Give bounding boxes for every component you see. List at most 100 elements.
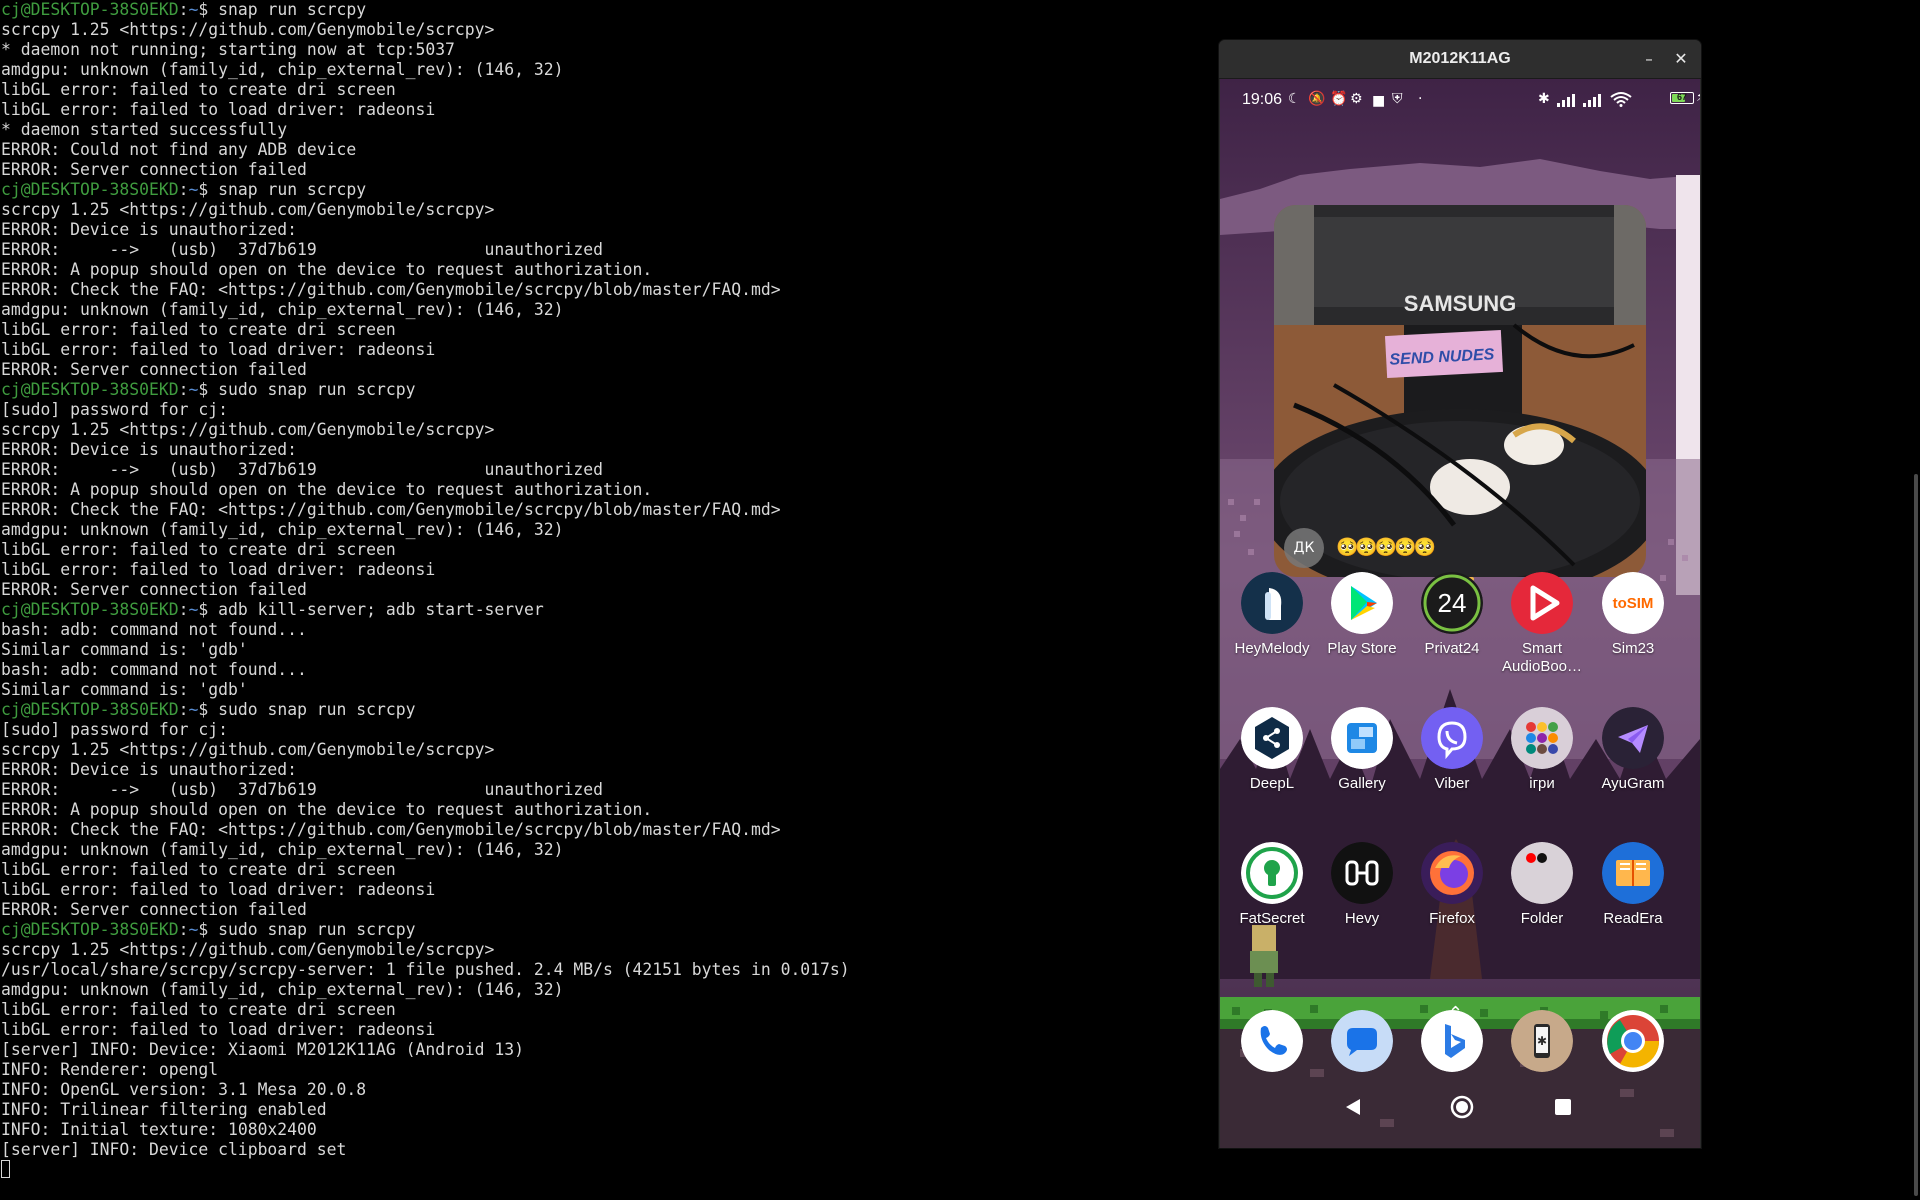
app-label: Privat24: [1424, 640, 1480, 657]
terminal-prompt-line: cj@DESKTOP-38S0EKD:~$ sudo snap run scrc…: [1, 380, 416, 400]
terminal-output-line: bash: adb: command not found...: [1, 660, 307, 679]
prompt-symbol: $: [198, 0, 219, 19]
terminal-prompt-line: cj@DESKTOP-38S0EKD:~$ snap run scrcpy: [1, 0, 366, 20]
prompt-path: ~: [188, 600, 199, 619]
prompt-user-host: cj@DESKTOP-38S0EKD: [1, 180, 179, 199]
photo-widget[interactable]: SAMSUNG SEND NUDES ДК 🥺🥺🥺🥺🥺: [1274, 205, 1646, 577]
terminal-output-line: [server] INFO: Device clipboard set: [1, 1140, 347, 1159]
device-icon: ✱: [1511, 1010, 1573, 1072]
prompt-command: adb kill-server; adb start-server: [218, 600, 544, 619]
widget-photo: SAMSUNG SEND NUDES: [1274, 205, 1646, 577]
app-ayugram[interactable]: AyuGram: [1587, 707, 1679, 793]
terminal-output-line: Similar command is: 'gdb': [1, 640, 248, 659]
terminal-output-line: libGL error: failed to load driver: rade…: [1, 880, 436, 899]
sim23-icon: toSIM: [1602, 572, 1664, 634]
dock-chrome[interactable]: [1587, 1010, 1679, 1072]
terminal-output-line: libGL error: failed to load driver: rade…: [1, 340, 436, 359]
terminal-output-line: ERROR: --> (usb) 37d7b619 unauthorized: [1, 240, 603, 259]
dock-phone[interactable]: [1226, 1010, 1318, 1072]
terminal-output-line: libGL error: failed to create dri screen: [1, 540, 396, 559]
terminal-output-line: libGL error: failed to create dri screen: [1, 80, 396, 99]
app-hevy[interactable]: Hevy: [1316, 842, 1408, 928]
ayugram-icon: [1602, 707, 1664, 769]
prompt-command: snap run scrcpy: [218, 180, 367, 199]
smart-audiobook-icon: [1511, 572, 1573, 634]
app-privat24[interactable]: 24 Privat24: [1406, 572, 1498, 658]
terminal-output-line: ERROR: Server connection failed: [1, 900, 307, 919]
terminal-output-line: amdgpu: unknown (family_id, chip_externa…: [1, 300, 564, 319]
terminal-output-line: ERROR: Device is unauthorized:: [1, 220, 298, 239]
terminal-cursor: [1, 1160, 10, 1178]
dock-messages[interactable]: [1316, 1010, 1408, 1072]
terminal-output-line: /usr/local/share/scrcpy/scrcpy-server: 1…: [1, 960, 850, 979]
terminal-prompt-line: cj@DESKTOP-38S0EKD:~$ snap run scrcpy: [1, 180, 366, 200]
terminal-output-line: ERROR: Check the FAQ: <https://github.co…: [1, 820, 781, 839]
gallery-icon: [1331, 707, 1393, 769]
app-games-folder[interactable]: ігри: [1496, 707, 1588, 793]
window-titlebar[interactable]: M2012K11AG – ✕: [1219, 40, 1701, 79]
prompt-command: sudo snap run scrcpy: [218, 380, 416, 399]
terminal-output-line: amdgpu: unknown (family_id, chip_externa…: [1, 840, 564, 859]
hevy-icon: [1331, 842, 1393, 904]
app-label: AyuGram: [1601, 775, 1665, 792]
back-button[interactable]: [1344, 1097, 1362, 1117]
bluetooth-icon: ✱: [1538, 91, 1550, 107]
privat24-icon: 24: [1421, 572, 1483, 634]
prompt-user-host: cj@DESKTOP-38S0EKD: [1, 600, 179, 619]
prompt-symbol: $: [198, 600, 219, 619]
terminal-output-line: amdgpu: unknown (family_id, chip_externa…: [1, 520, 564, 539]
home-button[interactable]: [1450, 1095, 1474, 1119]
terminal-output-line: ERROR: Check the FAQ: <https://github.co…: [1, 500, 781, 519]
prompt-user-host: cj@DESKTOP-38S0EKD: [1, 920, 179, 939]
terminal-output-line: INFO: Initial texture: 1080x2400: [1, 1120, 317, 1139]
app-label: ReadEra: [1603, 910, 1663, 927]
terminal-output-line: libGL error: failed to create dri screen: [1, 320, 396, 339]
more-dot-icon: ·: [1418, 91, 1423, 107]
mute-icon: 🔕: [1308, 91, 1326, 107]
prompt-command: snap run scrcpy: [218, 0, 367, 19]
app-label: ігри: [1529, 775, 1555, 792]
dock-device[interactable]: ✱: [1496, 1010, 1588, 1072]
app-label: FatSecret: [1239, 910, 1305, 927]
prompt-path: ~: [188, 920, 199, 939]
terminal-output-line: ERROR: --> (usb) 37d7b619 unauthorized: [1, 460, 603, 479]
terminal-output-line: ERROR: Check the FAQ: <https://github.co…: [1, 280, 781, 299]
app-smart-audiobook[interactable]: Smart AudioBoo…: [1496, 572, 1588, 676]
prompt-path: ~: [188, 180, 199, 199]
battery-icon: 67: [1670, 92, 1694, 104]
app-play-store[interactable]: Play Store: [1316, 572, 1408, 658]
recents-button[interactable]: [1554, 1098, 1572, 1116]
terminal-prompt-line: cj@DESKTOP-38S0EKD:~$ adb kill-server; a…: [1, 600, 544, 620]
heymelody-icon: [1241, 572, 1303, 634]
notification-square-icon: ■: [1372, 93, 1386, 109]
phone-screen[interactable]: 19:06 ☾ 🔕 ⏰ ⚙ ■ ⛨ · ✱ 67 SAMSUNG SEND NU…: [1220, 79, 1700, 1148]
terminal-output-line: scrcpy 1.25 <https://github.com/Genymobi…: [1, 200, 495, 219]
wifi-icon: [1610, 92, 1632, 107]
scrollbar-thumb[interactable]: [1914, 474, 1918, 1196]
close-button[interactable]: ✕: [1669, 47, 1693, 71]
app-viber[interactable]: Viber: [1406, 707, 1498, 793]
terminal-scrollbar[interactable]: [1912, 0, 1920, 1200]
terminal[interactable]: cj@DESKTOP-38S0EKD:~$ snap run scrcpy scr…: [0, 0, 1200, 1200]
signal-1-icon: [1557, 94, 1575, 107]
app-readera[interactable]: ReadEra: [1587, 842, 1679, 928]
app-sim23[interactable]: toSIM Sim23: [1587, 572, 1679, 658]
app-gallery[interactable]: Gallery: [1316, 707, 1408, 793]
app-fatsecret[interactable]: FatSecret: [1226, 842, 1318, 928]
app-label: DeepL: [1249, 775, 1295, 792]
app-deepl[interactable]: DeepL: [1226, 707, 1318, 793]
minimize-button[interactable]: –: [1637, 47, 1661, 71]
privat24-glyph: 24: [1438, 588, 1467, 618]
dock-bing[interactable]: [1406, 1010, 1498, 1072]
widget-caption: 🥺🥺🥺🥺🥺: [1336, 537, 1436, 558]
app-folder[interactable]: Folder: [1496, 842, 1588, 928]
terminal-output-line: ERROR: A popup should open on the device…: [1, 480, 653, 499]
terminal-output-line: ERROR: A popup should open on the device…: [1, 260, 653, 279]
app-heymelody[interactable]: HeyMelody: [1226, 572, 1318, 658]
terminal-output-line: libGL error: failed to load driver: rade…: [1, 100, 436, 119]
app-firefox[interactable]: Firefox: [1406, 842, 1498, 928]
terminal-output-line: ERROR: --> (usb) 37d7b619 unauthorized: [1, 780, 603, 799]
scrcpy-window[interactable]: M2012K11AG – ✕ 19:06 ☾ 🔕 ⏰ ⚙ ■ ⛨ · ✱ 67 …: [1219, 40, 1701, 1148]
window-title: M2012K11AG: [1409, 50, 1511, 67]
terminal-output-line: * daemon not running; starting now at tc…: [1, 40, 455, 59]
